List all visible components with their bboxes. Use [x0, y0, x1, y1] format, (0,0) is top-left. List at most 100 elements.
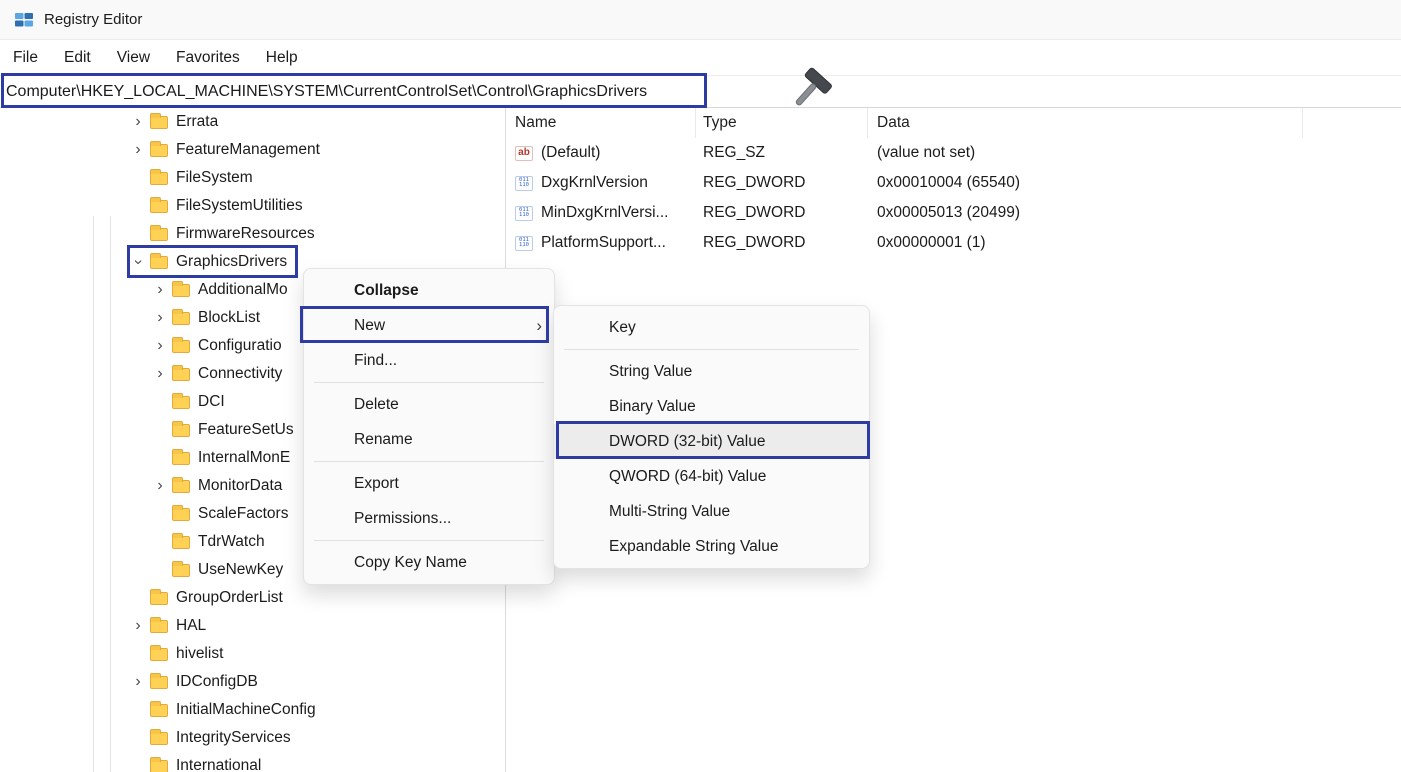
tree-item-label: FeatureSetUs: [198, 421, 294, 439]
folder-icon: [150, 704, 168, 717]
menu-item-delete[interactable]: Delete: [304, 387, 554, 422]
value-name: MinDxgKrnlVersi...: [541, 204, 668, 222]
menu-item-rename[interactable]: Rename: [304, 422, 554, 457]
column-header-name[interactable]: Name: [506, 108, 696, 138]
tree-item-label: BlockList: [198, 309, 260, 327]
tree-item-label: HAL: [176, 617, 206, 635]
chevron-right-icon[interactable]: ›: [150, 310, 170, 326]
tree-item-errata[interactable]: › Errata: [0, 108, 505, 136]
menu-item-copy-key-name[interactable]: Copy Key Name: [304, 545, 554, 580]
chevron-right-icon[interactable]: ›: [150, 282, 170, 298]
tree-item-idconfigdb[interactable]: ›IDConfigDB: [0, 668, 505, 696]
tree-item-label: FileSystem: [176, 169, 253, 187]
chevron-right-icon[interactable]: ›: [128, 142, 148, 158]
value-row-dxgkrnlversion[interactable]: DxgKrnlVersionREG_DWORD0x00010004 (65540…: [506, 168, 1401, 198]
value-row-default[interactable]: (Default)REG_SZ(value not set): [506, 138, 1401, 168]
chevron-right-icon[interactable]: ›: [150, 338, 170, 354]
menu-item-export[interactable]: Export: [304, 466, 554, 501]
chevron-down-icon[interactable]: ›: [130, 252, 146, 272]
tree-item-international[interactable]: International: [0, 752, 505, 772]
registry-editor-app-icon: [14, 10, 34, 30]
folder-icon: [150, 228, 168, 241]
menu-separator: [314, 540, 544, 541]
menu-edit[interactable]: Edit: [51, 44, 104, 72]
menu-item-label: Find...: [354, 352, 397, 370]
chevron-right-icon[interactable]: ›: [128, 618, 148, 634]
tree-item-label: Errata: [176, 113, 218, 131]
menu-item-label: Collapse: [354, 282, 419, 300]
submenu-item-dword-32-bit-value[interactable]: DWORD (32-bit) Value: [554, 424, 869, 459]
tree-item-filesystem[interactable]: FileSystem: [0, 164, 505, 192]
menu-help[interactable]: Help: [253, 44, 311, 72]
column-header-filler: [1303, 108, 1401, 138]
value-data: (value not set): [868, 144, 1303, 162]
folder-icon: [172, 480, 190, 493]
tree-item-hivelist[interactable]: hivelist: [0, 640, 505, 668]
submenu-item-string-value[interactable]: String Value: [554, 354, 869, 389]
tree-item-label: UseNewKey: [198, 561, 283, 579]
tree-item-label: DCI: [198, 393, 225, 411]
tree-item-label: Connectivity: [198, 365, 282, 383]
value-name: DxgKrnlVersion: [541, 174, 648, 192]
folder-icon: [150, 620, 168, 633]
value-data: 0x00000001 (1): [868, 234, 1303, 252]
menu-item-permissions[interactable]: Permissions...: [304, 501, 554, 536]
title-bar: Registry Editor: [0, 0, 1401, 40]
folder-icon: [172, 340, 190, 353]
folder-icon: [172, 564, 190, 577]
tree-item-label: GroupOrderList: [176, 589, 283, 607]
tree-item-integrityservices[interactable]: IntegrityServices: [0, 724, 505, 752]
menu-item-label: Copy Key Name: [354, 554, 467, 572]
tree-item-filesystemutilities[interactable]: FileSystemUtilities: [0, 192, 505, 220]
menu-file[interactable]: File: [0, 44, 51, 72]
address-bar[interactable]: Computer\HKEY_LOCAL_MACHINE\SYSTEM\Curre…: [0, 75, 1401, 108]
chevron-right-icon[interactable]: ›: [128, 114, 148, 130]
submenu-item-qword-64-bit-value[interactable]: QWORD (64-bit) Value: [554, 459, 869, 494]
value-row-platformsupport[interactable]: PlatformSupport...REG_DWORD0x00000001 (1…: [506, 228, 1401, 258]
menu-item-label: QWORD (64-bit) Value: [609, 468, 766, 486]
chevron-right-icon[interactable]: ›: [128, 674, 148, 690]
chevron-right-icon[interactable]: ›: [150, 478, 170, 494]
menu-item-label: Permissions...: [354, 510, 451, 528]
address-path: Computer\HKEY_LOCAL_MACHINE\SYSTEM\Curre…: [6, 83, 647, 101]
menu-item-collapse[interactable]: Collapse: [304, 273, 554, 308]
menu-item-new[interactable]: New›: [304, 308, 554, 343]
folder-icon: [172, 452, 190, 465]
submenu-item-key[interactable]: Key: [554, 310, 869, 345]
folder-icon: [150, 144, 168, 157]
folder-icon: [172, 312, 190, 325]
tree-item-label: GraphicsDrivers: [176, 253, 287, 271]
column-header-data[interactable]: Data: [868, 108, 1303, 138]
tree-item-label: MonitorData: [198, 477, 282, 495]
tree-item-label: FirmwareResources: [176, 225, 315, 243]
submenu-item-multi-string-value[interactable]: Multi-String Value: [554, 494, 869, 529]
menu-item-label: String Value: [609, 363, 692, 381]
menu-item-find[interactable]: Find...: [304, 343, 554, 378]
tree-item-hal[interactable]: › HAL: [0, 612, 505, 640]
menu-view[interactable]: View: [104, 44, 163, 72]
tree-item-featuremanagement[interactable]: ›FeatureManagement: [0, 136, 505, 164]
menu-favorites[interactable]: Favorites: [163, 44, 253, 72]
tree-item-firmwareresources[interactable]: FirmwareResources: [0, 220, 505, 248]
list-header: Name Type Data: [506, 108, 1401, 138]
tree-item-label: International: [176, 757, 261, 772]
folder-icon: [150, 676, 168, 689]
ab-string-icon: [515, 146, 533, 161]
registry-editor-window: Registry Editor File Edit View Favorites…: [0, 0, 1401, 772]
column-header-type[interactable]: Type: [696, 108, 868, 138]
value-row-mindxgkrnlversi[interactable]: MinDxgKrnlVersi...REG_DWORD0x00005013 (2…: [506, 198, 1401, 228]
chevron-right-icon[interactable]: ›: [150, 366, 170, 382]
tree-item-grouporderlist[interactable]: GroupOrderList: [0, 584, 505, 612]
tree-item-initialmachineconfig[interactable]: InitialMachineConfig: [0, 696, 505, 724]
folder-icon: [172, 396, 190, 409]
value-name: (Default): [541, 144, 600, 162]
menu-separator: [314, 382, 544, 383]
folder-icon: [172, 368, 190, 381]
menu-item-label: Multi-String Value: [609, 503, 730, 521]
submenu-item-binary-value[interactable]: Binary Value: [554, 389, 869, 424]
submenu-item-expandable-string-value[interactable]: Expandable String Value: [554, 529, 869, 564]
chevron-right-icon: ›: [536, 316, 542, 336]
tree-item-label: hivelist: [176, 645, 223, 663]
tree-item-label: TdrWatch: [198, 533, 265, 551]
folder-icon: [172, 424, 190, 437]
